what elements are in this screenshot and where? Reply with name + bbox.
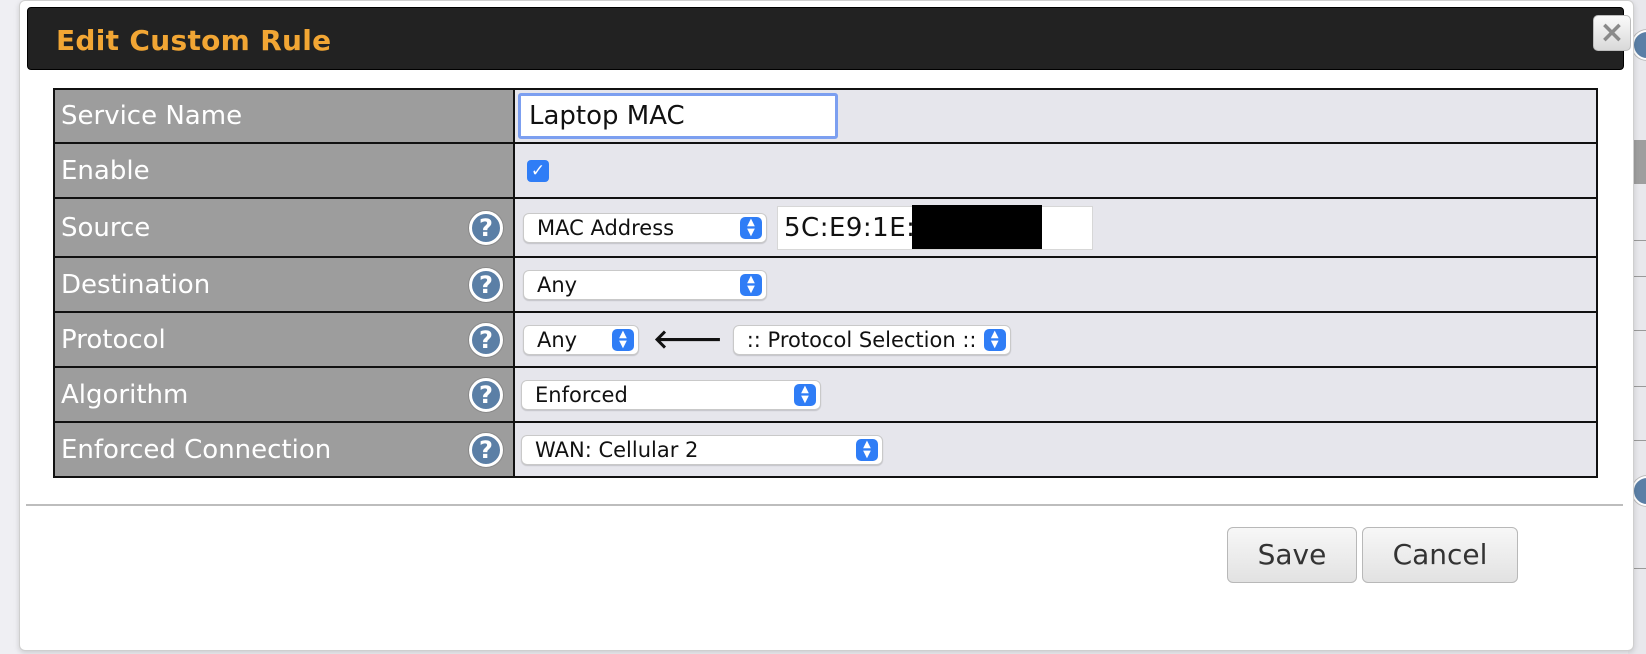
label-cell: Service Name: [53, 88, 515, 144]
select-arrows-icon: ▲ ▼: [983, 328, 1006, 351]
protocol-value: Any: [537, 327, 578, 352]
source-type-select[interactable]: MAC Address ▲ ▼: [523, 212, 767, 243]
protocol-selection-value: :: Protocol Selection ::: [746, 327, 977, 352]
mac-address-value: 5C:E9:1E:: [784, 212, 916, 243]
redaction-box: [912, 204, 1042, 249]
value-cell: WAN: Cellular 2 ▲ ▼: [513, 421, 1598, 478]
protocol-selection-select[interactable]: :: Protocol Selection :: ▲ ▼: [732, 324, 1011, 355]
value-cell: Any ▲ ▼: [513, 256, 1598, 313]
destination-label: Destination: [61, 269, 211, 300]
value-cell: [513, 88, 1598, 144]
background-divider: [1634, 240, 1646, 241]
label-cell: Algorithm ?: [53, 366, 515, 423]
select-arrows-icon: ▲ ▼: [612, 328, 634, 351]
background-divider: [1634, 568, 1646, 569]
label-cell: Enable: [53, 142, 515, 199]
footer-divider: [26, 504, 1623, 506]
protocol-select[interactable]: Any ▲ ▼: [523, 324, 639, 355]
cancel-button[interactable]: Cancel: [1362, 527, 1518, 583]
enable-label: Enable: [61, 155, 150, 186]
label-cell: Source ?: [53, 197, 515, 258]
row-source: Source ? MAC Address ▲ ▼ 5C:E9:1E:: [53, 197, 1598, 258]
select-arrows-icon: ▲ ▼: [740, 273, 762, 296]
enforced-connection-value: WAN: Cellular 2: [535, 437, 699, 462]
row-protocol: Protocol ? Any ▲ ▼ 🡐 :: Protocol Selectio…: [53, 311, 1598, 368]
row-algorithm: Algorithm ? Enforced ▲ ▼: [53, 366, 1598, 423]
value-cell: Any ▲ ▼ 🡐 :: Protocol Selection :: ▲ ▼: [513, 311, 1598, 368]
source-type-value: MAC Address: [537, 215, 675, 240]
label-cell: Destination ?: [53, 256, 515, 313]
background-divider: [1634, 330, 1646, 331]
background-divider: [1634, 440, 1646, 441]
dialog-titlebar: Edit Custom Rule: [27, 7, 1624, 70]
edit-custom-rule-dialog: Edit Custom Rule × Service Name Enable ✓: [19, 0, 1634, 651]
destination-select[interactable]: Any ▲ ▼: [523, 269, 767, 300]
mac-address-input[interactable]: 5C:E9:1E:: [777, 204, 1093, 250]
enforced-connection-label: Enforced Connection: [61, 434, 332, 465]
row-enforced-connection: Enforced Connection ? WAN: Cellular 2 ▲ ▼: [53, 421, 1598, 478]
background-divider: [1634, 386, 1646, 387]
rule-form-table: Service Name Enable ✓ Source ?: [53, 88, 1598, 478]
destination-value: Any: [537, 272, 578, 297]
value-cell: MAC Address ▲ ▼ 5C:E9:1E:: [513, 197, 1598, 258]
algorithm-label: Algorithm: [61, 379, 189, 410]
algorithm-help-icon[interactable]: ?: [469, 377, 503, 412]
label-cell: Protocol ?: [53, 311, 515, 368]
value-cell: ✓: [513, 142, 1598, 199]
row-service-name: Service Name: [53, 88, 1598, 144]
destination-help-icon[interactable]: ?: [469, 267, 503, 302]
close-icon[interactable]: ×: [1593, 15, 1631, 51]
label-cell: Enforced Connection ?: [53, 421, 515, 478]
select-arrows-icon: ▲ ▼: [856, 438, 878, 461]
dialog-title: Edit Custom Rule: [56, 24, 332, 57]
select-arrows-icon: ▲ ▼: [740, 216, 762, 239]
arrow-left-icon: 🡐: [653, 325, 723, 355]
service-name-label: Service Name: [61, 101, 243, 132]
save-button[interactable]: Save: [1227, 527, 1357, 583]
enforced-connection-help-icon[interactable]: ?: [469, 432, 503, 467]
algorithm-value: Enforced: [535, 382, 628, 407]
row-enable: Enable ✓: [53, 142, 1598, 199]
protocol-label: Protocol: [61, 324, 166, 355]
source-label: Source: [61, 212, 151, 243]
background-block: [1634, 140, 1646, 184]
algorithm-select[interactable]: Enforced ▲ ▼: [521, 379, 821, 410]
enable-checkbox[interactable]: ✓: [527, 159, 549, 182]
background-divider: [1634, 276, 1646, 277]
enforced-connection-select[interactable]: WAN: Cellular 2 ▲ ▼: [521, 434, 883, 465]
service-name-input[interactable]: [518, 93, 838, 139]
row-destination: Destination ? Any ▲ ▼: [53, 256, 1598, 313]
value-cell: Enforced ▲ ▼: [513, 366, 1598, 423]
select-arrows-icon: ▲ ▼: [794, 383, 816, 406]
protocol-help-icon[interactable]: ?: [469, 322, 503, 357]
source-help-icon[interactable]: ?: [469, 210, 503, 245]
